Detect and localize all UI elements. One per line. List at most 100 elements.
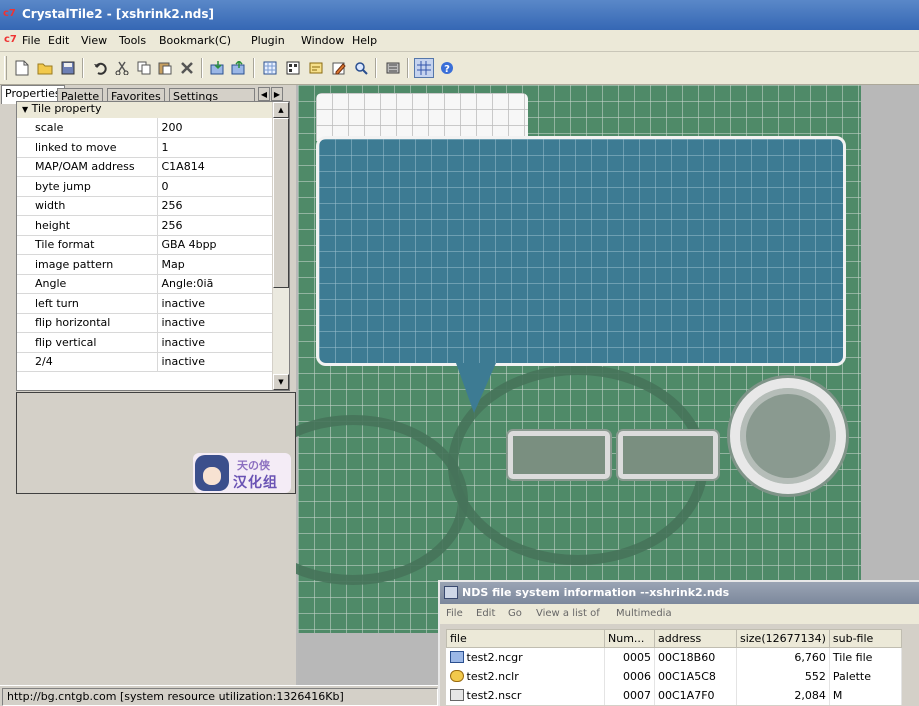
menu-bookmark[interactable]: Bookmark(C): [159, 34, 231, 47]
property-row[interactable]: width 256: [17, 196, 274, 216]
toolbar-separator: [375, 58, 377, 78]
left-panel: Properties Palette Favorites Settings ◀ …: [0, 85, 296, 685]
file-subfile: Tile file: [829, 647, 902, 667]
property-value[interactable]: Map: [157, 254, 274, 275]
tab-scroll-right-icon[interactable]: ▶: [271, 87, 283, 101]
column-header-file[interactable]: file: [446, 629, 605, 648]
property-table: scale 200 linked to move 1 MAP/OAM address…: [17, 118, 274, 372]
help-icon[interactable]: ?: [437, 58, 457, 78]
grid-icon[interactable]: [414, 58, 434, 78]
tile-view-icon[interactable]: [260, 58, 280, 78]
menu-plugin[interactable]: Plugin: [251, 34, 285, 47]
delete-icon[interactable]: [177, 58, 197, 78]
property-row[interactable]: image pattern Map: [17, 254, 274, 275]
property-row[interactable]: Angle Angle:0iã: [17, 274, 274, 294]
property-value[interactable]: 256: [157, 215, 274, 236]
cut-icon[interactable]: [112, 58, 132, 78]
menu-view[interactable]: View: [81, 34, 107, 47]
property-row[interactable]: scale 200: [17, 118, 274, 138]
import-icon[interactable]: [208, 58, 228, 78]
menu-file[interactable]: File: [22, 34, 40, 47]
scroll-thumb[interactable]: [273, 118, 289, 288]
property-value[interactable]: C1A814: [157, 157, 274, 177]
property-row[interactable]: left turn inactive: [17, 293, 274, 314]
toolbar-separator: [253, 58, 255, 78]
menu-tools[interactable]: Tools: [119, 34, 146, 47]
collapse-arrow-icon[interactable]: ▼: [22, 105, 28, 114]
toolbar-separator: [407, 58, 409, 78]
file-cell[interactable]: test2.nscr: [446, 685, 605, 705]
new-file-icon[interactable]: [12, 58, 32, 78]
toolbar-grip[interactable]: [4, 56, 7, 80]
property-value[interactable]: GBA 4bpp: [157, 235, 274, 255]
table-row[interactable]: test2.nclr 0006 00C1A5C8 552 Palette: [446, 666, 902, 686]
speech-bubble-tail: [456, 363, 496, 413]
window-title: CrystalTile2 - [xshrink2.nds]: [22, 7, 215, 21]
nds-menu-edit[interactable]: Edit: [476, 608, 495, 619]
property-row[interactable]: flip vertical inactive: [17, 332, 274, 353]
column-header-num[interactable]: Num...: [604, 629, 655, 648]
column-header-subfile[interactable]: sub-file: [828, 629, 902, 648]
scroll-up-icon[interactable]: ▲: [273, 102, 289, 118]
property-row[interactable]: MAP/OAM address C1A814: [17, 157, 274, 177]
column-header-size[interactable]: size(12677134): [736, 629, 830, 648]
property-key: height: [17, 215, 158, 236]
property-scrollbar[interactable]: ▲ ▼: [272, 102, 289, 390]
nds-window-title: NDS file system information --xshrink2.n…: [462, 586, 730, 599]
file-cell[interactable]: test2.ncgr: [446, 647, 605, 667]
property-row[interactable]: flip horizontal inactive: [17, 313, 274, 333]
property-row[interactable]: 2/4 inactive: [17, 352, 274, 372]
palette-view-icon[interactable]: [283, 58, 303, 78]
memory-icon[interactable]: [383, 58, 403, 78]
nds-menu-file[interactable]: File: [446, 608, 463, 619]
property-value[interactable]: 1: [157, 137, 274, 158]
property-value[interactable]: inactive: [157, 313, 274, 333]
edit-icon[interactable]: [329, 58, 349, 78]
menu-edit[interactable]: Edit: [48, 34, 69, 47]
file-size: 2,084: [736, 685, 830, 705]
nds-menu-multimedia[interactable]: Multimedia: [616, 608, 672, 619]
table-row[interactable]: test2.ncgr 0005 00C18B60 6,760 Tile file: [446, 647, 902, 667]
property-value[interactable]: inactive: [157, 352, 274, 372]
menu-window[interactable]: Window: [301, 34, 344, 47]
nds-menu-go[interactable]: Go: [508, 608, 522, 619]
tile-overflow-bottom: [298, 633, 438, 685]
property-key: flip horizontal: [17, 313, 158, 333]
round-button-graphic: [730, 378, 846, 494]
property-value[interactable]: inactive: [157, 293, 274, 314]
column-header-address[interactable]: address: [654, 629, 737, 648]
property-row[interactable]: height 256: [17, 215, 274, 236]
export-icon[interactable]: [229, 58, 249, 78]
file-cell[interactable]: test2.nclr: [446, 666, 605, 686]
property-value[interactable]: inactive: [157, 332, 274, 353]
save-icon[interactable]: [58, 58, 78, 78]
tab-scroll-left-icon[interactable]: ◀: [258, 87, 270, 101]
property-value[interactable]: 0: [157, 176, 274, 197]
nds-menu-view-list[interactable]: View a list of: [536, 608, 600, 619]
preview-pane: 天の侠 汉化组: [16, 392, 296, 494]
property-key: 2/4: [17, 352, 158, 372]
nds-window-titlebar[interactable]: NDS file system information --xshrink2.n…: [440, 582, 919, 604]
svg-text:?: ?: [444, 64, 450, 75]
map-view-icon[interactable]: [306, 58, 326, 78]
open-folder-icon[interactable]: [35, 58, 55, 78]
property-key: flip vertical: [17, 332, 158, 353]
menu-help[interactable]: Help: [352, 34, 377, 47]
property-row[interactable]: Tile format GBA 4bpp: [17, 235, 274, 255]
paste-icon[interactable]: [155, 58, 175, 78]
scroll-down-icon[interactable]: ▼: [273, 374, 289, 390]
file-size: 6,760: [736, 647, 830, 667]
search-icon[interactable]: [351, 58, 371, 78]
undo-icon[interactable]: [90, 58, 110, 78]
property-value[interactable]: Angle:0iã: [157, 274, 274, 294]
property-value[interactable]: 256: [157, 196, 274, 216]
table-row[interactable]: test2.nscr 0007 00C1A7F0 2,084 M: [446, 685, 902, 705]
property-group-header[interactable]: ▼ Tile property: [17, 102, 274, 118]
property-value[interactable]: 200: [157, 118, 274, 138]
palette-file-icon: [449, 669, 464, 682]
property-row[interactable]: byte jump 0: [17, 176, 274, 197]
property-row[interactable]: linked to move 1: [17, 137, 274, 158]
copy-icon[interactable]: [134, 58, 154, 78]
document-menu-icon[interactable]: c7: [4, 34, 17, 45]
crystaltile-logo-icon[interactable]: c7: [3, 8, 16, 19]
